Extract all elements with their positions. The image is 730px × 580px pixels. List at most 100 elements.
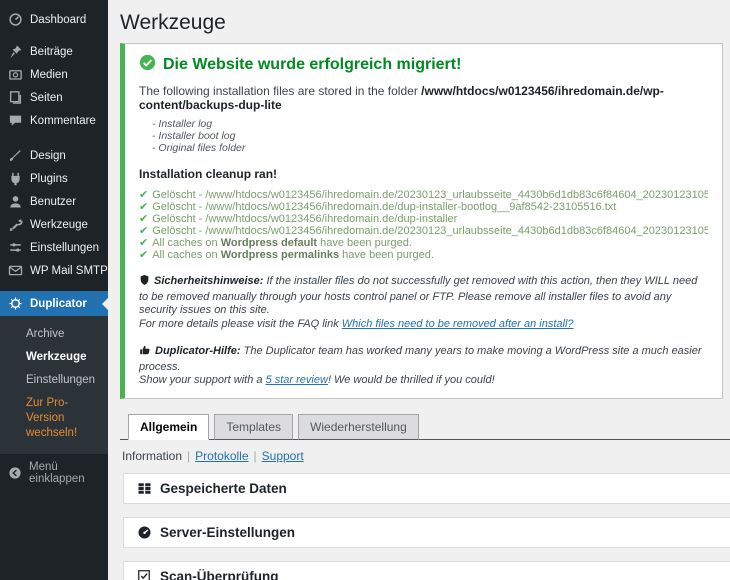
security-label: Sicherheitshinweise:	[154, 275, 264, 287]
cleanup-item: ✔ Gelöscht - /www/htdocs/w0123456/ihredom…	[139, 225, 708, 237]
sidebar-item-media[interactable]: Medien	[0, 63, 108, 86]
subnav-separator: |	[187, 448, 191, 463]
security-more-text: For more details please visit the FAQ li…	[139, 317, 342, 330]
sidebar-item-tools[interactable]: Werkzeuge	[0, 213, 108, 236]
sidebar-item-appearance[interactable]: Design	[0, 144, 108, 167]
pin-icon	[8, 44, 23, 59]
tab-wiederherstellung[interactable]: Wiederherstellung	[298, 413, 419, 440]
mail-icon	[8, 263, 23, 278]
dashboard-icon	[8, 12, 23, 27]
table-icon	[136, 480, 152, 496]
thumbs-up-icon	[139, 344, 151, 361]
check-icon: ✔	[139, 189, 149, 201]
installer-file-list: - Installer log - Installer boot log - O…	[152, 118, 708, 154]
menu-separator	[0, 282, 108, 291]
sidebar-item-plugins[interactable]: Plugins	[0, 167, 108, 190]
tools-panel: Allgemein Templates Wiederherstellung In…	[120, 413, 730, 580]
admin-sidebar: Dashboard Beiträge Medien Seiten Komment…	[0, 0, 108, 580]
notice-heading: Die Website wurde erfolgreich migriert!	[163, 56, 462, 73]
duplicator-help-note: Duplicator-Hilfe: The Duplicator team ha…	[139, 344, 708, 388]
accordion-sections: Gespeicherte Daten Server-Einstellungen …	[120, 472, 730, 580]
help-more: Show your support with a 5 star review! …	[139, 374, 708, 388]
sidebar-item-label: Einstellungen	[30, 241, 100, 254]
settings-icon	[8, 240, 23, 255]
submenu-item-archive[interactable]: Archive	[0, 323, 108, 346]
success-check-icon	[139, 54, 156, 76]
tab-allgemein[interactable]: Allgemein	[128, 413, 210, 440]
current-menu-arrow	[102, 297, 108, 310]
help-more-suffix: ! We would be thrilled if you could!	[327, 374, 495, 386]
faq-link[interactable]: Which files need to be removed after an …	[342, 318, 574, 330]
cleanup-item: ✔ Gelöscht - /www/htdocs/w0123456/ihredom…	[139, 213, 708, 225]
main-content: Werkzeuge Die Website wurde erfolgreich …	[108, 0, 730, 580]
check-icon: ✔	[139, 237, 149, 249]
gauge-icon	[136, 524, 152, 540]
sidebar-item-label: Kommentare	[30, 114, 96, 127]
check-icon: ✔	[139, 201, 149, 213]
sidebar-item-posts[interactable]: Beiträge	[0, 40, 108, 63]
submenu-item-einstellungen[interactable]: Einstellungen	[0, 369, 108, 392]
pages-icon	[8, 90, 23, 105]
shield-icon	[139, 274, 150, 291]
section-label: Scan-Überprüfung	[160, 568, 279, 580]
help-label: Duplicator-Hilfe:	[155, 345, 241, 357]
duplicator-icon	[8, 296, 23, 311]
sub-navigation: Information | Protokolle | Support	[122, 449, 730, 463]
submenu-item-upgrade-pro[interactable]: Zur Pro-Version wechseln!	[0, 392, 108, 445]
section-label: Gespeicherte Daten	[160, 480, 287, 496]
check-square-icon	[136, 568, 152, 580]
cleanup-text: Gelöscht - /www/htdocs/w0123456/ihredoma…	[152, 201, 617, 213]
sidebar-item-label: Design	[30, 149, 66, 162]
users-icon	[8, 194, 23, 209]
security-note: Sicherheitshinweise: If the installer fi…	[139, 274, 708, 331]
section-label: Server-Einstellungen	[160, 524, 296, 540]
five-star-review-link[interactable]: 5 star review	[266, 374, 328, 386]
section-server-einstellungen[interactable]: Server-Einstellungen	[123, 516, 730, 548]
media-icon	[8, 67, 23, 82]
sidebar-item-dashboard[interactable]: Dashboard	[0, 8, 108, 31]
sidebar-item-settings[interactable]: Einstellungen	[0, 236, 108, 259]
tools-icon	[8, 217, 23, 232]
sidebar-item-comments[interactable]: Kommentare	[0, 109, 108, 132]
sidebar-item-label: Duplicator	[30, 297, 87, 310]
menu-separator	[0, 132, 108, 144]
section-scan-ueberpruefung[interactable]: Scan-Überprüfung	[123, 560, 730, 580]
tab-bar: Allgemein Templates Wiederherstellung	[120, 413, 730, 440]
cleanup-item: ✔ All caches on Wordpress default have be…	[139, 237, 708, 249]
check-icon: ✔	[139, 249, 149, 261]
notice-header: Die Website wurde erfolgreich migriert!	[139, 54, 708, 76]
cleanup-bold: Wordpress default	[220, 237, 318, 249]
cleanup-text: All caches on	[152, 249, 221, 261]
sidebar-item-pages[interactable]: Seiten	[0, 86, 108, 109]
sidebar-item-wp-mail-smtp[interactable]: WP Mail SMTP	[0, 259, 108, 282]
cleanup-suffix: have been purged.	[339, 249, 434, 261]
sidebar-item-users[interactable]: Benutzer	[0, 190, 108, 213]
check-icon: ✔	[139, 225, 149, 237]
cleanup-text: Gelöscht - /www/htdocs/w0123456/ihredoma…	[152, 189, 708, 201]
cleanup-list: ✔ Gelöscht - /www/htdocs/w0123456/ihredom…	[139, 189, 708, 261]
collapse-menu-button[interactable]: Menü einklappen	[0, 461, 108, 485]
subnav-item-protokolle[interactable]: Protokolle	[195, 449, 248, 463]
wordpress-admin: Dashboard Beiträge Medien Seiten Komment…	[0, 0, 730, 580]
subnav-separator: |	[253, 448, 257, 463]
sidebar-item-duplicator[interactable]: Duplicator	[0, 291, 108, 316]
collapse-arrow-icon	[8, 466, 22, 481]
cleanup-suffix: have been purged.	[317, 237, 412, 249]
installer-files-intro: The following installation files are sto…	[139, 84, 708, 112]
sidebar-item-label: Plugins	[30, 172, 68, 185]
subnav-item-support[interactable]: Support	[262, 449, 304, 463]
submenu-item-werkzeuge[interactable]: Werkzeuge	[0, 346, 108, 369]
page-title: Werkzeuge	[120, 11, 226, 34]
cleanup-bold: Wordpress permalinks	[220, 249, 340, 261]
cleanup-item: ✔ Gelöscht - /www/htdocs/w0123456/ihredom…	[139, 189, 708, 201]
sidebar-item-label: Benutzer	[30, 195, 77, 208]
duplicator-submenu: Archive Werkzeuge Einstellungen Zur Pro-…	[0, 316, 108, 454]
section-gespeicherte-daten[interactable]: Gespeicherte Daten	[123, 472, 730, 504]
comments-icon	[8, 113, 23, 128]
migration-success-notice: Die Website wurde erfolgreich migriert! …	[120, 43, 723, 399]
check-icon: ✔	[139, 213, 149, 225]
cleanup-text: Gelöscht - /www/htdocs/w0123456/ihredoma…	[152, 225, 708, 237]
brush-icon	[8, 148, 23, 163]
subnav-item-information[interactable]: Information	[122, 449, 182, 463]
tab-templates[interactable]: Templates	[214, 413, 294, 440]
